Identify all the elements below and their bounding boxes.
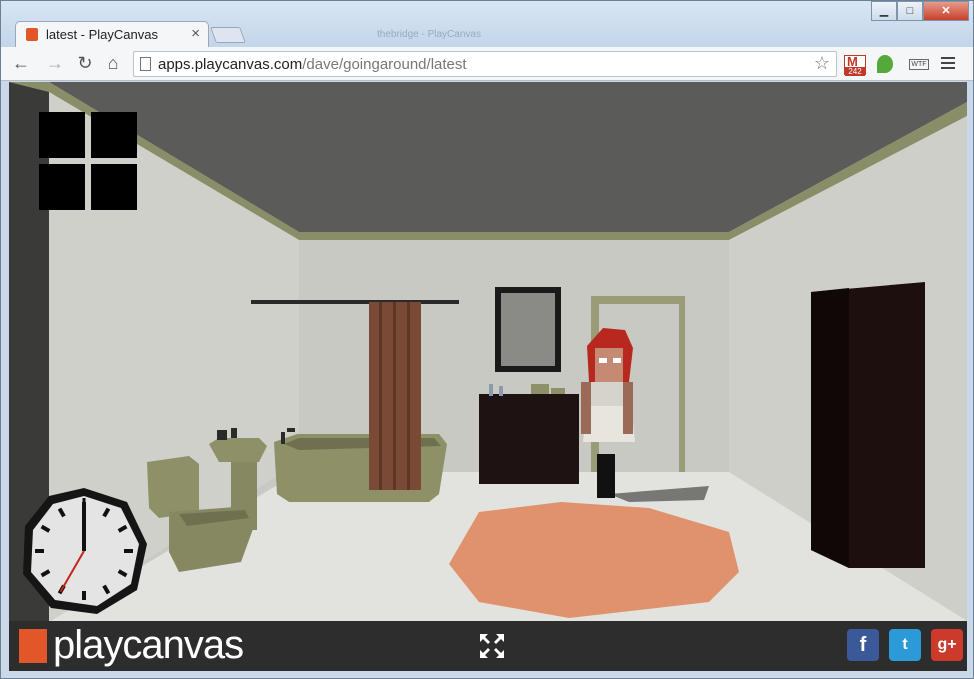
- url-host: apps.playcanvas.com: [158, 56, 303, 73]
- reload-button[interactable]: ↻: [75, 53, 95, 73]
- home-button[interactable]: ⌂: [103, 53, 123, 73]
- title-bar: latest - PlayCanvas × thebridge - PlayCa…: [1, 1, 973, 47]
- minimize-button[interactable]: ▁: [871, 1, 897, 21]
- tab-latest[interactable]: latest - PlayCanvas ×: [15, 21, 209, 47]
- close-window-button[interactable]: ✕: [923, 1, 969, 21]
- page-icon: [140, 57, 151, 71]
- minimap-cell: [39, 112, 85, 158]
- chrome-menu-icon[interactable]: [941, 57, 955, 72]
- window-controls: ▁ □ ✕: [871, 1, 969, 21]
- playcanvas-logo-text[interactable]: playcanvas: [53, 623, 244, 668]
- playcanvas-favicon-icon: [26, 28, 38, 41]
- gmail-extension-icon[interactable]: M 242: [844, 54, 866, 76]
- browser-toolbar: ← → ↻ ⌂ apps.playcanvas.com/dave/goingar…: [1, 47, 973, 81]
- tab-title: latest - PlayCanvas: [46, 27, 158, 42]
- minimap-panel: [39, 112, 139, 212]
- address-bar[interactable]: apps.playcanvas.com/dave/goingaround/lat…: [133, 51, 837, 77]
- minimap-cell: [39, 164, 85, 210]
- back-button[interactable]: ←: [11, 53, 31, 73]
- minimap-cell: [91, 164, 137, 210]
- gmail-unread-count: 242: [845, 67, 865, 76]
- game-canvas[interactable]: playcanvas f t g+: [9, 82, 967, 671]
- tab-close-icon[interactable]: ×: [191, 25, 200, 42]
- sink-basin: [209, 438, 267, 462]
- character-boots: [597, 454, 615, 498]
- character-face: [595, 348, 623, 382]
- playcanvas-footer: playcanvas f t g+: [9, 621, 967, 671]
- bathroom-scene: [9, 82, 967, 621]
- facebook-share-button[interactable]: f: [847, 629, 879, 661]
- clock-widget: [23, 488, 147, 614]
- background-tab-ghost: thebridge - PlayCanvas: [377, 29, 481, 40]
- playcanvas-logo-icon[interactable]: [19, 629, 47, 663]
- twitter-share-button[interactable]: t: [889, 629, 921, 661]
- url-text[interactable]: apps.playcanvas.com/dave/goingaround/lat…: [158, 56, 467, 73]
- fullscreen-icon[interactable]: [477, 631, 507, 661]
- vanity-cabinet: [479, 394, 579, 484]
- evernote-extension-icon[interactable]: [877, 55, 893, 73]
- toilet-tank: [147, 456, 199, 518]
- maximize-button[interactable]: □: [897, 1, 923, 21]
- new-tab-button[interactable]: [210, 27, 246, 43]
- url-path: /dave/goingaround/latest: [302, 56, 467, 73]
- shower-rod: [251, 300, 459, 304]
- minimap-cell: [91, 112, 137, 158]
- bookmark-star-icon[interactable]: ☆: [814, 53, 830, 74]
- mirror-glass: [501, 293, 555, 366]
- wtf-extension-icon[interactable]: WTF: [909, 59, 929, 70]
- forward-button[interactable]: →: [45, 53, 65, 73]
- browser-window: latest - PlayCanvas × thebridge - PlayCa…: [0, 0, 974, 679]
- google-plus-share-button[interactable]: g+: [931, 629, 963, 661]
